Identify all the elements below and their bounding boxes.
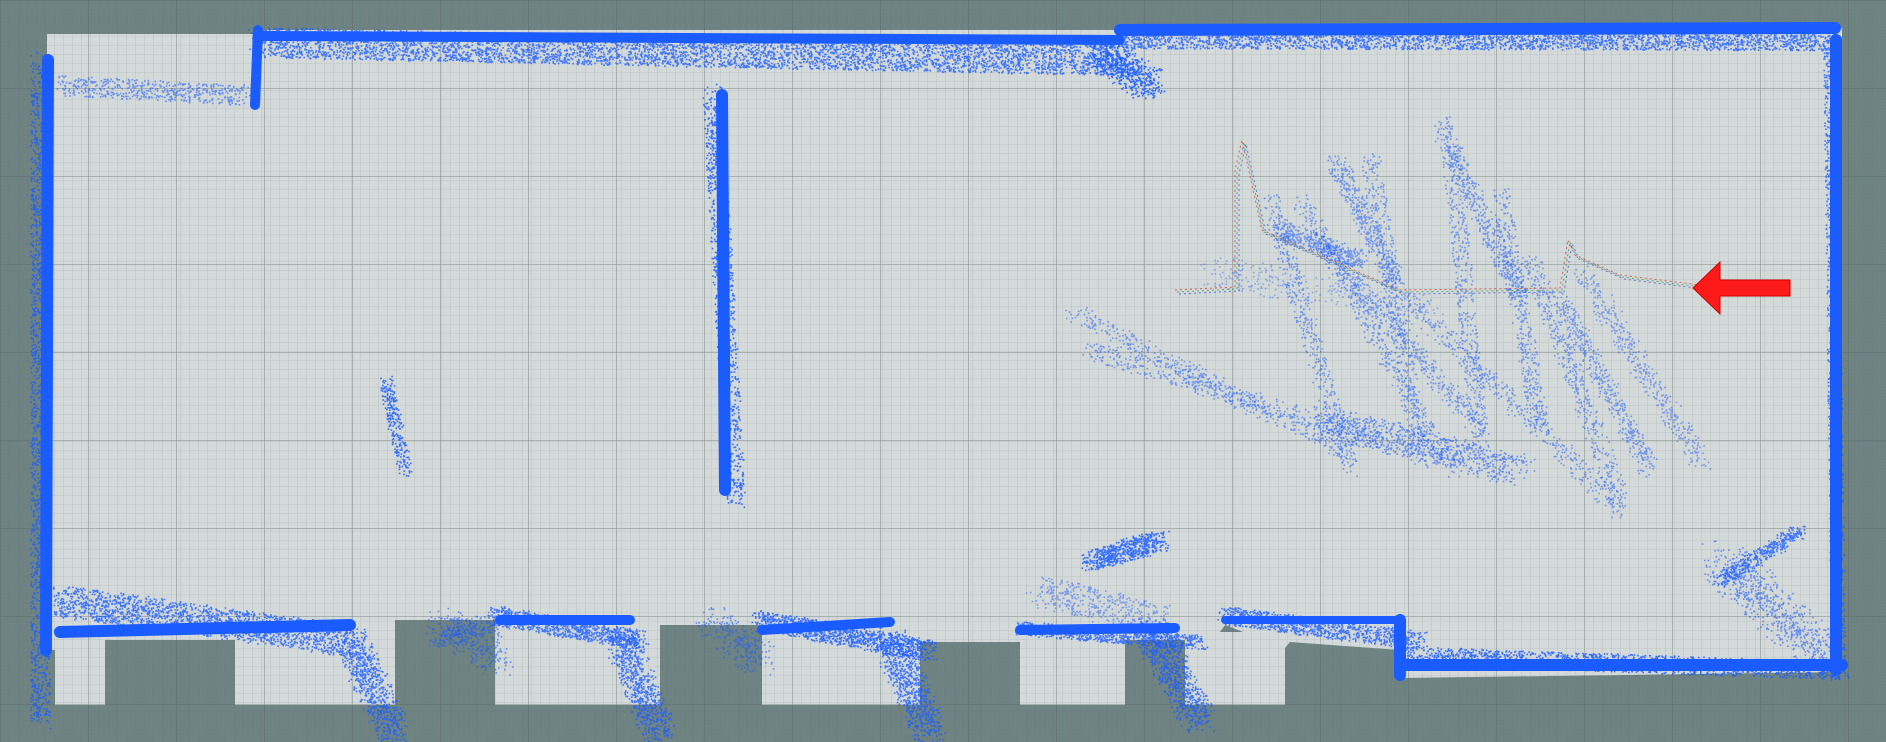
map-viewport[interactable]: [0, 0, 1886, 742]
map-canvas[interactable]: [0, 0, 1886, 742]
